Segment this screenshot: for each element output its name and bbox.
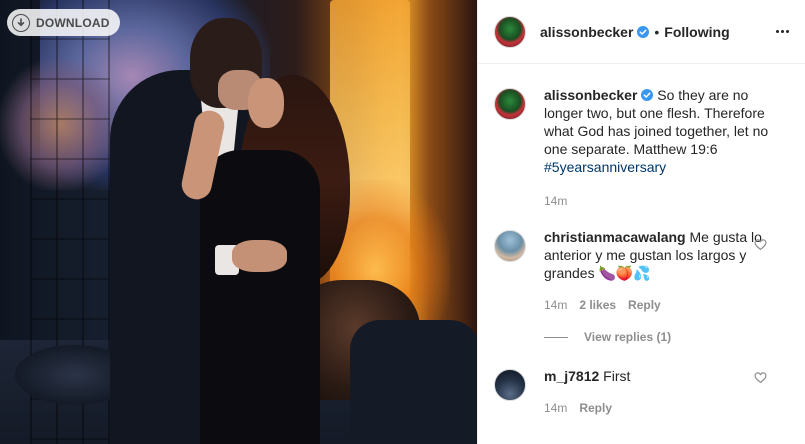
avatar[interactable] [494,15,526,48]
avatar[interactable] [494,88,526,120]
comment-list: alissonbecker So they are no longer two,… [478,64,805,417]
divider [544,336,568,338]
list-item: christianmacawalang Me gusta lo anterior… [494,228,789,314]
view-replies-label: View replies (1) [584,330,672,344]
comment-body: First [599,368,631,384]
caption-time[interactable]: 14m [544,192,567,210]
comment-text: m_j7812 First [544,367,784,385]
reply-button[interactable]: Reply [579,399,612,417]
comment-username[interactable]: christianmacawalang [544,229,686,245]
caption: alissonbecker So they are no longer two,… [494,86,789,210]
caption-hashtag[interactable]: #5yearsanniversary [544,159,666,175]
download-label: DOWNLOAD [36,15,110,30]
verified-badge-icon [637,25,650,38]
reply-button[interactable]: Reply [628,296,661,314]
view-replies-button[interactable]: View replies (1) [544,330,789,344]
more-options-icon[interactable] [776,26,789,37]
caption-text: alissonbecker So they are no longer two,… [544,86,784,176]
comment-time[interactable]: 14m [544,296,567,314]
verified-badge-icon [641,89,654,101]
avatar[interactable] [494,230,526,262]
instagram-post: DOWNLOAD alissonbecker • Following aliss… [0,0,805,444]
separator-dot: • [654,23,660,40]
comment-username[interactable]: m_j7812 [544,368,599,384]
heart-icon[interactable] [754,371,767,384]
comment-time[interactable]: 14m [544,399,567,417]
heart-icon[interactable] [754,238,767,251]
post-header: alissonbecker • Following [478,0,805,64]
avatar[interactable] [494,369,526,401]
following-button[interactable]: Following [664,24,729,40]
comment-likes[interactable]: 2 likes [579,296,616,314]
comments-panel: alissonbecker • Following alissonbecker … [477,0,805,444]
comment-text: christianmacawalang Me gusta lo anterior… [544,228,784,282]
download-button[interactable]: DOWNLOAD [7,9,120,36]
header-username[interactable]: alissonbecker [540,24,633,40]
post-photo[interactable]: DOWNLOAD [0,0,477,444]
caption-username[interactable]: alissonbecker [544,87,637,103]
list-item: m_j7812 First 14m Reply [494,367,789,417]
download-icon [12,13,30,32]
